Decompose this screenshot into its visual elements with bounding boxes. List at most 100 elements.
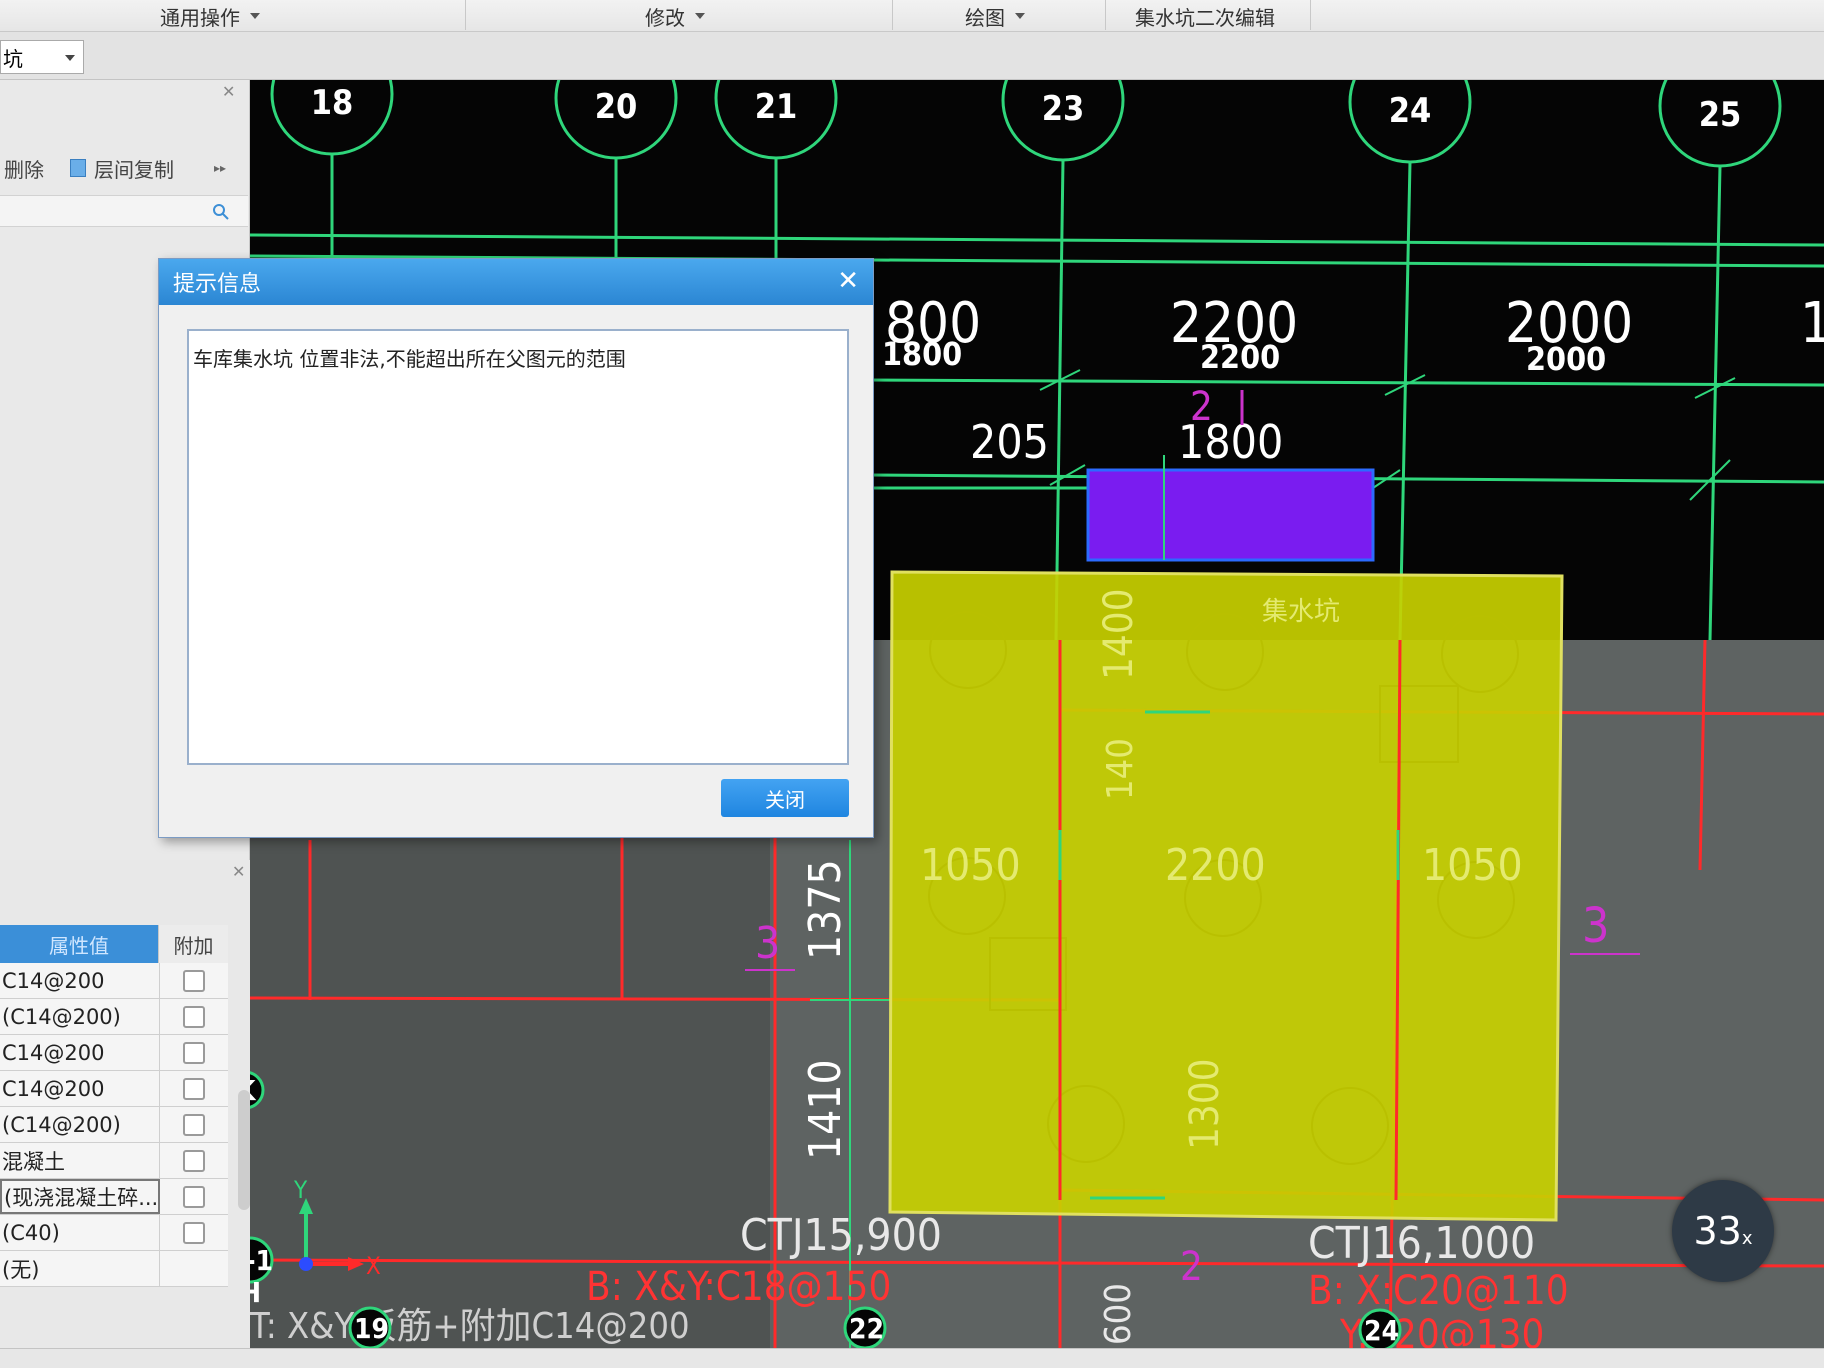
dim-text: 600	[1098, 1283, 1139, 1345]
table-row[interactable]: C14@200	[0, 1035, 228, 1071]
ribbon-group-label: 绘图	[965, 5, 1005, 30]
dim-text: 1410	[800, 1059, 851, 1160]
property-value[interactable]: 混凝土	[0, 1143, 160, 1178]
purple-pit[interactable]	[1086, 468, 1375, 562]
dim-text: 1050	[920, 840, 1021, 891]
axis-label-25: 25	[1699, 95, 1742, 135]
ribbon-group-label: 集水坑二次编辑	[1135, 5, 1275, 30]
dim-text: 205	[970, 415, 1049, 469]
extra-checkbox[interactable]	[183, 969, 205, 992]
table-row[interactable]: C14@200	[0, 963, 228, 999]
table-row[interactable]: (C14@200)	[0, 999, 228, 1035]
extra-checkbox[interactable]	[183, 1077, 205, 1100]
extra-checkbox[interactable]	[183, 1041, 205, 1064]
footing-label: CTJ15,900	[740, 1210, 942, 1261]
properties-table: C14@200 (C14@200) C14@200 C14@200 (C14@2…	[0, 963, 228, 1287]
table-row[interactable]: (C14@200)	[0, 1107, 228, 1143]
info-dialog: 提示信息 ✕ 车库集水坑 位置非法,不能超出所在父图元的范围 关闭	[158, 258, 874, 838]
ribbon-group-pit-edit[interactable]: 集水坑二次编辑	[1135, 0, 1275, 32]
close-icon[interactable]: ✕	[222, 82, 235, 101]
property-value[interactable]: (C14@200)	[0, 1107, 160, 1142]
dim-text: 2000	[1526, 340, 1606, 378]
rebar-label: B: X:C20@110	[1308, 1268, 1569, 1314]
property-value[interactable]: (C40)	[0, 1215, 160, 1250]
chevron-down-icon	[695, 13, 705, 19]
divider	[1105, 0, 1106, 30]
footing-label: CTJ16,1000	[1308, 1218, 1535, 1269]
column-header-extra[interactable]: 附加	[158, 925, 228, 963]
axis-label-22: 22	[849, 1312, 884, 1345]
dialog-title-bar[interactable]: 提示信息 ✕	[159, 259, 873, 305]
close-button[interactable]: 关闭	[721, 779, 849, 817]
table-row[interactable]: (C40)	[0, 1215, 228, 1251]
delete-button[interactable]: 删除	[4, 154, 44, 183]
extra-checkbox[interactable]	[183, 1113, 205, 1136]
dim-text: 2200	[1165, 840, 1266, 891]
ribbon-group-draw[interactable]: 绘图	[965, 0, 1025, 32]
rebar-label: T: X&Y:板筋+附加C14@200	[250, 1306, 690, 1347]
axis-x-label: X	[366, 1252, 381, 1280]
property-value[interactable]: (现浇混凝土碎...	[0, 1179, 160, 1214]
chevron-down-icon	[65, 55, 75, 61]
dialog-title: 提示信息	[173, 272, 262, 297]
column-header-value[interactable]: 属性值	[0, 925, 158, 963]
dim-text: 1400	[1096, 588, 1142, 680]
ribbon-group-label: 修改	[645, 5, 685, 30]
extra-checkbox[interactable]	[183, 1005, 205, 1028]
close-icon[interactable]: ✕	[837, 267, 859, 295]
zoom-indicator[interactable]: 33 x	[1672, 1180, 1774, 1282]
table-row[interactable]: C14@200	[0, 1071, 228, 1107]
copy-icon	[70, 159, 86, 177]
divider	[892, 0, 893, 30]
properties-header: 属性值 附加	[0, 925, 228, 963]
axis-label-18: 18	[311, 83, 354, 123]
dim-text: 2200	[1200, 338, 1280, 376]
extra-checkbox[interactable]	[183, 1221, 205, 1244]
row-axis-label: H	[250, 1276, 261, 1309]
floor-copy-button[interactable]: 层间复制	[94, 154, 174, 183]
dim-text: 1	[1800, 291, 1824, 356]
dim-text: 1050	[1422, 840, 1523, 891]
pit-label: 集水坑	[1262, 597, 1340, 627]
status-bar	[0, 1348, 1824, 1368]
table-row[interactable]: (无)	[0, 1251, 228, 1287]
ribbon-group-modify[interactable]: 修改	[645, 0, 705, 32]
property-value[interactable]: (C14@200)	[0, 999, 160, 1034]
dim-text: 1800	[882, 335, 962, 373]
table-row[interactable]: (现浇混凝土碎...	[0, 1179, 228, 1215]
extra-checkbox[interactable]	[183, 1149, 205, 1172]
row-axis-label: K-1	[250, 1244, 273, 1277]
section-mark: 3	[1582, 898, 1609, 954]
dim-text: 1300	[1182, 1058, 1228, 1150]
close-icon[interactable]: ✕	[232, 862, 245, 881]
more-icon[interactable]: ▸▸	[214, 161, 226, 175]
chevron-down-icon	[250, 13, 260, 19]
ribbon-group-label: 通用操作	[160, 5, 240, 30]
axis-label-24-bottom: 24	[1364, 1314, 1399, 1347]
section-mark: 2	[1180, 1244, 1203, 1290]
property-value[interactable]: C14@200	[0, 1035, 160, 1070]
table-row[interactable]: 混凝土	[0, 1143, 228, 1179]
dim-text: 1375	[800, 859, 851, 960]
ribbon: 通用操作 修改 绘图 集水坑二次编辑	[0, 0, 1824, 32]
layer-select-value: 坑	[3, 46, 23, 71]
search-input[interactable]	[0, 195, 248, 227]
divider	[1310, 0, 1311, 30]
ribbon-group-general[interactable]: 通用操作	[160, 0, 260, 32]
dialog-message: 车库集水坑 位置非法,不能超出所在父图元的范围	[193, 347, 626, 371]
property-value[interactable]: C14@200	[0, 1071, 160, 1106]
property-value[interactable]: C14@200	[0, 963, 160, 998]
extra-checkbox[interactable]	[183, 1185, 205, 1208]
divider	[465, 0, 466, 30]
component-toolbar: 删除 层间复制 ▸▸	[0, 150, 248, 186]
zoom-value: 33	[1693, 1209, 1742, 1253]
layer-select[interactable]: 坑	[0, 40, 84, 74]
properties-scrollbar[interactable]	[238, 1090, 250, 1210]
property-value[interactable]: (无)	[0, 1251, 160, 1286]
search-icon	[213, 204, 229, 220]
section-mark: 2	[1190, 384, 1213, 430]
section-mark: 3	[755, 918, 780, 969]
rebar-label: B: X&Y:C18@150	[586, 1264, 891, 1310]
chevron-down-icon	[1015, 13, 1025, 19]
axis-label-19: 19	[354, 1312, 389, 1345]
